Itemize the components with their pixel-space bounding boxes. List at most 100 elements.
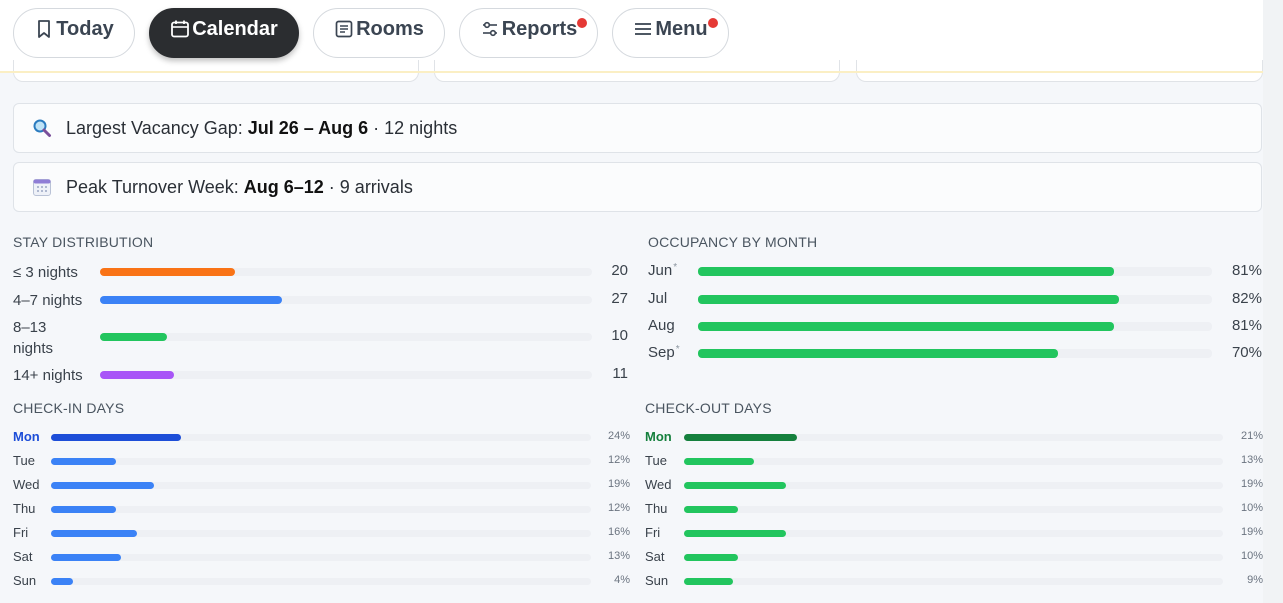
tab-menu[interactable]: Menu <box>612 8 729 58</box>
tab-reports-label: Reports <box>501 17 578 40</box>
checkin-day-label: Sat <box>13 549 33 564</box>
checkin-day-value: 12% <box>607 454 630 466</box>
checkout-bar-track <box>684 458 1223 465</box>
checkin-bar-track <box>51 530 591 537</box>
stay-row-value: 27 <box>611 290 628 307</box>
occupancy-value: 70% <box>1231 344 1262 361</box>
occupancy-bar-track <box>698 295 1212 304</box>
insight-vacancy-range: Jul 26 – Aug 6 <box>247 117 369 138</box>
checkout-bar-track <box>684 578 1223 585</box>
calendar-grid-icon <box>33 179 51 196</box>
stay-row-label: 4–7 nights <box>13 292 83 309</box>
top-navigation-bar: Today Calendar Rooms Reports Menu <box>0 0 1263 82</box>
checkin-day-value: 12% <box>607 502 630 514</box>
stay-bar-fill <box>100 371 175 379</box>
stay-bar-fill <box>100 268 235 276</box>
tab-menu-label: Menu <box>655 17 708 40</box>
bookmark-icon <box>38 20 51 38</box>
estimate-mark: * <box>673 262 678 273</box>
checkin-bar-track <box>51 554 591 561</box>
scrollbar[interactable] <box>1263 0 1283 603</box>
checkout-day-label: Wed <box>645 477 672 492</box>
checkin-day-value: 19% <box>607 478 630 490</box>
checkout-title: CHECK-OUT DAYS <box>645 400 772 416</box>
checkout-day-value: 19% <box>1240 478 1263 490</box>
checkout-day-value: 10% <box>1240 502 1263 514</box>
occupancy-bar-fill <box>698 349 1058 358</box>
tab-today-label: Today <box>56 17 114 40</box>
occupancy-bar-track <box>698 322 1212 331</box>
tab-calendar[interactable]: Calendar <box>149 8 299 58</box>
checkout-bar-track <box>684 530 1223 537</box>
checkout-bar-track <box>684 434 1223 441</box>
stay-row-label: ≤ 3 nights <box>13 264 78 281</box>
checkout-day-label: Mon <box>645 429 672 444</box>
checkout-day-value: 21% <box>1240 430 1263 442</box>
stay-row-value: 20 <box>611 262 628 279</box>
checkout-day-label: Sun <box>645 573 669 588</box>
checkin-bar-track <box>51 506 591 513</box>
checkin-bar-fill <box>51 530 138 537</box>
occupancy-value: 82% <box>1231 290 1262 307</box>
stay-row-value: 10 <box>611 327 628 344</box>
occupancy-bar-track <box>698 349 1212 358</box>
checkin-bar-fill <box>51 482 154 489</box>
checkout-day-value: 10% <box>1240 550 1263 562</box>
insight-turnover-suffix: · 9 arrivals <box>323 176 413 197</box>
list-icon <box>335 20 353 38</box>
checkin-day-label: Thu <box>13 501 36 516</box>
hamburger-icon <box>635 23 652 35</box>
magnifier-icon <box>33 119 51 137</box>
checkout-day-value: 13% <box>1240 454 1263 466</box>
stay-bar-fill <box>100 296 282 304</box>
occupancy-bar-fill <box>698 267 1115 276</box>
insight-vacancy-gap: Largest Vacancy Gap: Jul 26 – Aug 6 · 12… <box>13 103 1262 153</box>
occupancy-title: OCCUPANCY BY MONTH <box>648 234 818 250</box>
checkout-day-label: Thu <box>645 501 668 516</box>
checkin-day-label: Mon <box>13 429 40 444</box>
stay-bar-track <box>100 333 592 341</box>
checkout-bar-track <box>684 482 1223 489</box>
checkout-day-label: Fri <box>645 525 661 540</box>
checkout-bar-track <box>684 506 1223 513</box>
stay-bar-track <box>100 371 592 379</box>
checkin-bar-fill <box>51 434 181 441</box>
calendar-icon <box>171 20 190 38</box>
notification-badge <box>577 18 587 28</box>
occupancy-month-label: Jul <box>648 290 668 307</box>
insight-turnover-range: Aug 6–12 <box>243 176 324 197</box>
insight-vacancy-prefix: Largest Vacancy Gap: <box>66 117 248 138</box>
checkout-day-label: Tue <box>645 453 667 468</box>
checkin-title: CHECK-IN DAYS <box>13 400 125 416</box>
main-nav: Today Calendar Rooms Reports Menu <box>13 8 729 58</box>
checkout-bar-fill <box>684 578 733 585</box>
checkin-day-value: 24% <box>607 430 630 442</box>
stay-row-label: 14+ nights <box>13 367 83 384</box>
notification-badge <box>708 18 718 28</box>
occupancy-bar-fill <box>698 295 1120 304</box>
tab-reports[interactable]: Reports <box>459 8 598 58</box>
checkin-day-label: Tue <box>13 453 35 468</box>
tab-calendar-label: Calendar <box>192 17 278 40</box>
stay-distribution-title: STAY DISTRIBUTION <box>13 234 154 250</box>
checkin-bar-fill <box>51 458 116 465</box>
stay-row-value: 11 <box>612 365 628 382</box>
header-divider <box>0 71 1263 73</box>
checkout-bar-fill <box>684 530 787 537</box>
estimate-mark: * <box>675 344 680 355</box>
occupancy-month-label: Sep* <box>648 344 680 361</box>
occupancy-bar-fill <box>698 322 1115 331</box>
tab-rooms[interactable]: Rooms <box>313 8 445 58</box>
tab-today[interactable]: Today <box>13 8 135 58</box>
occupancy-bar-track <box>698 267 1212 276</box>
occupancy-month-label: Jun* <box>648 262 678 279</box>
sliders-icon <box>482 21 497 37</box>
checkin-day-value: 4% <box>614 574 630 586</box>
tab-rooms-label: Rooms <box>356 17 424 40</box>
checkout-day-value: 9% <box>1247 574 1263 586</box>
occupancy-value: 81% <box>1231 317 1262 334</box>
checkin-day-value: 13% <box>607 550 630 562</box>
checkin-bar-fill <box>51 578 73 585</box>
checkout-bar-fill <box>684 434 798 441</box>
occupancy-value: 81% <box>1231 262 1262 279</box>
